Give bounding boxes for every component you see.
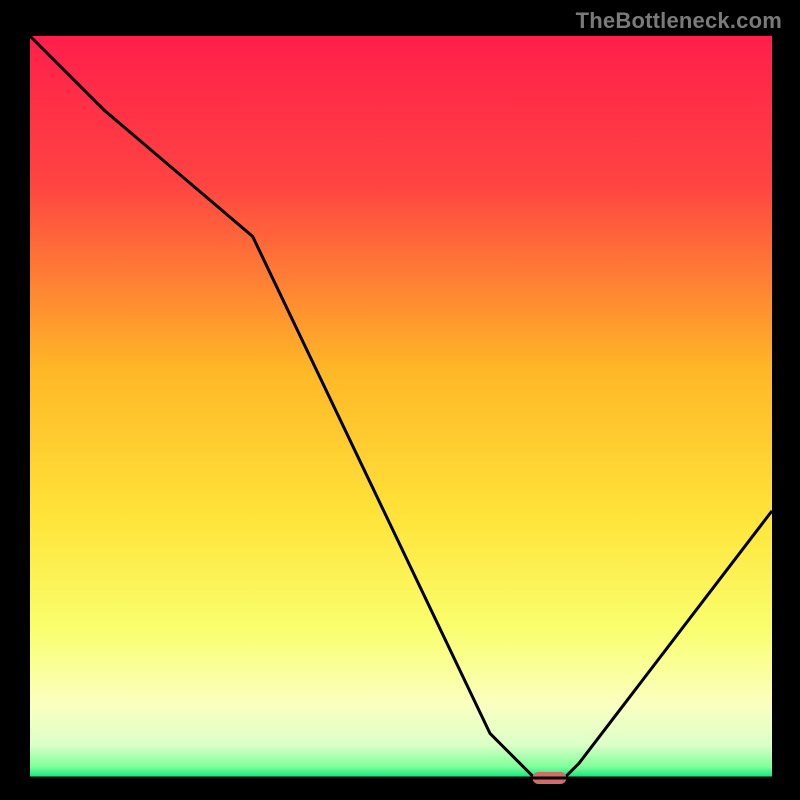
watermark-label: TheBottleneck.com bbox=[576, 8, 782, 34]
bottleneck-chart: TheBottleneck.com bbox=[0, 0, 800, 800]
plot-background bbox=[30, 36, 772, 778]
chart-svg bbox=[0, 0, 800, 800]
